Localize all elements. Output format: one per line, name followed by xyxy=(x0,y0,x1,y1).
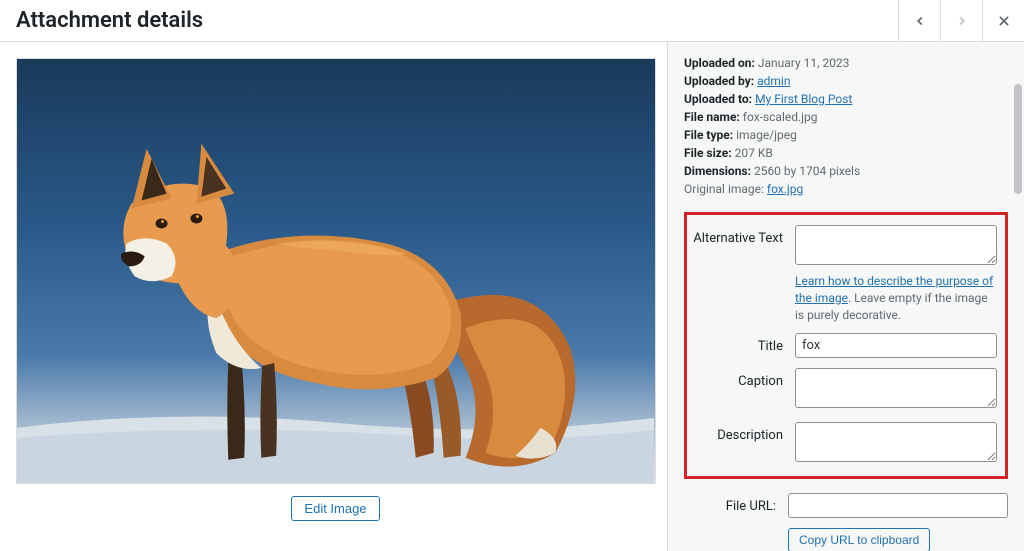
uploaded-to-label: Uploaded to: xyxy=(684,92,752,106)
main: Edit Image Uploaded on: January 11, 2023… xyxy=(0,42,1024,551)
file-url-label: File URL: xyxy=(684,493,788,514)
file-url-group: File URL: Copy URL to clipboard xyxy=(684,493,1008,551)
description-label: Description xyxy=(691,422,795,443)
alt-text-label: Alternative Text xyxy=(691,225,795,246)
original-image-link[interactable]: fox.jpg xyxy=(767,182,803,196)
file-size-label: File size: xyxy=(684,146,732,160)
caption-input[interactable] xyxy=(795,368,997,408)
chevron-right-icon xyxy=(955,14,969,28)
close-icon xyxy=(997,14,1011,28)
file-size-value: 207 KB xyxy=(735,146,773,160)
title-label: Title xyxy=(691,333,795,354)
file-meta: Uploaded on: January 11, 2023 Uploaded b… xyxy=(684,54,1008,198)
dimensions-label: Dimensions: xyxy=(684,164,751,178)
caption-label: Caption xyxy=(691,368,795,389)
page-title: Attachment details xyxy=(16,8,203,33)
details-sidebar: Uploaded on: January 11, 2023 Uploaded b… xyxy=(667,42,1024,551)
prev-button[interactable] xyxy=(898,0,940,42)
description-input[interactable] xyxy=(795,422,997,462)
title-input[interactable] xyxy=(795,333,997,358)
copy-url-button[interactable]: Copy URL to clipboard xyxy=(788,528,930,551)
scrollbar-thumb[interactable] xyxy=(1014,84,1022,194)
file-url-input[interactable] xyxy=(788,493,1008,518)
close-button[interactable] xyxy=(982,0,1024,42)
header-actions xyxy=(898,0,1024,41)
file-name-value: fox-scaled.jpg xyxy=(743,110,818,124)
uploaded-by-link[interactable]: admin xyxy=(757,74,790,88)
edit-image-button[interactable]: Edit Image xyxy=(291,496,379,521)
dimensions-value: 2560 by 1704 pixels xyxy=(754,164,860,178)
uploaded-to-link[interactable]: My First Blog Post xyxy=(755,92,852,106)
original-image-label: Original image: xyxy=(684,182,764,196)
fox-illustration xyxy=(17,59,655,484)
file-name-label: File name: xyxy=(684,110,740,124)
next-button[interactable] xyxy=(940,0,982,42)
editable-fields-group: Alternative Text Learn how to describe t… xyxy=(684,212,1008,479)
file-type-label: File type: xyxy=(684,128,733,142)
chevron-left-icon xyxy=(913,14,927,28)
image-preview-panel: Edit Image xyxy=(0,42,667,551)
file-type-value: image/jpeg xyxy=(736,128,797,142)
uploaded-on-label: Uploaded on: xyxy=(684,56,755,70)
alt-text-hint: Learn how to describe the purpose of the… xyxy=(795,273,997,323)
alt-text-input[interactable] xyxy=(795,225,997,265)
uploaded-on-value: January 11, 2023 xyxy=(758,56,850,70)
uploaded-by-label: Uploaded by: xyxy=(684,74,754,88)
modal-header: Attachment details xyxy=(0,0,1024,42)
image-preview xyxy=(16,58,656,484)
